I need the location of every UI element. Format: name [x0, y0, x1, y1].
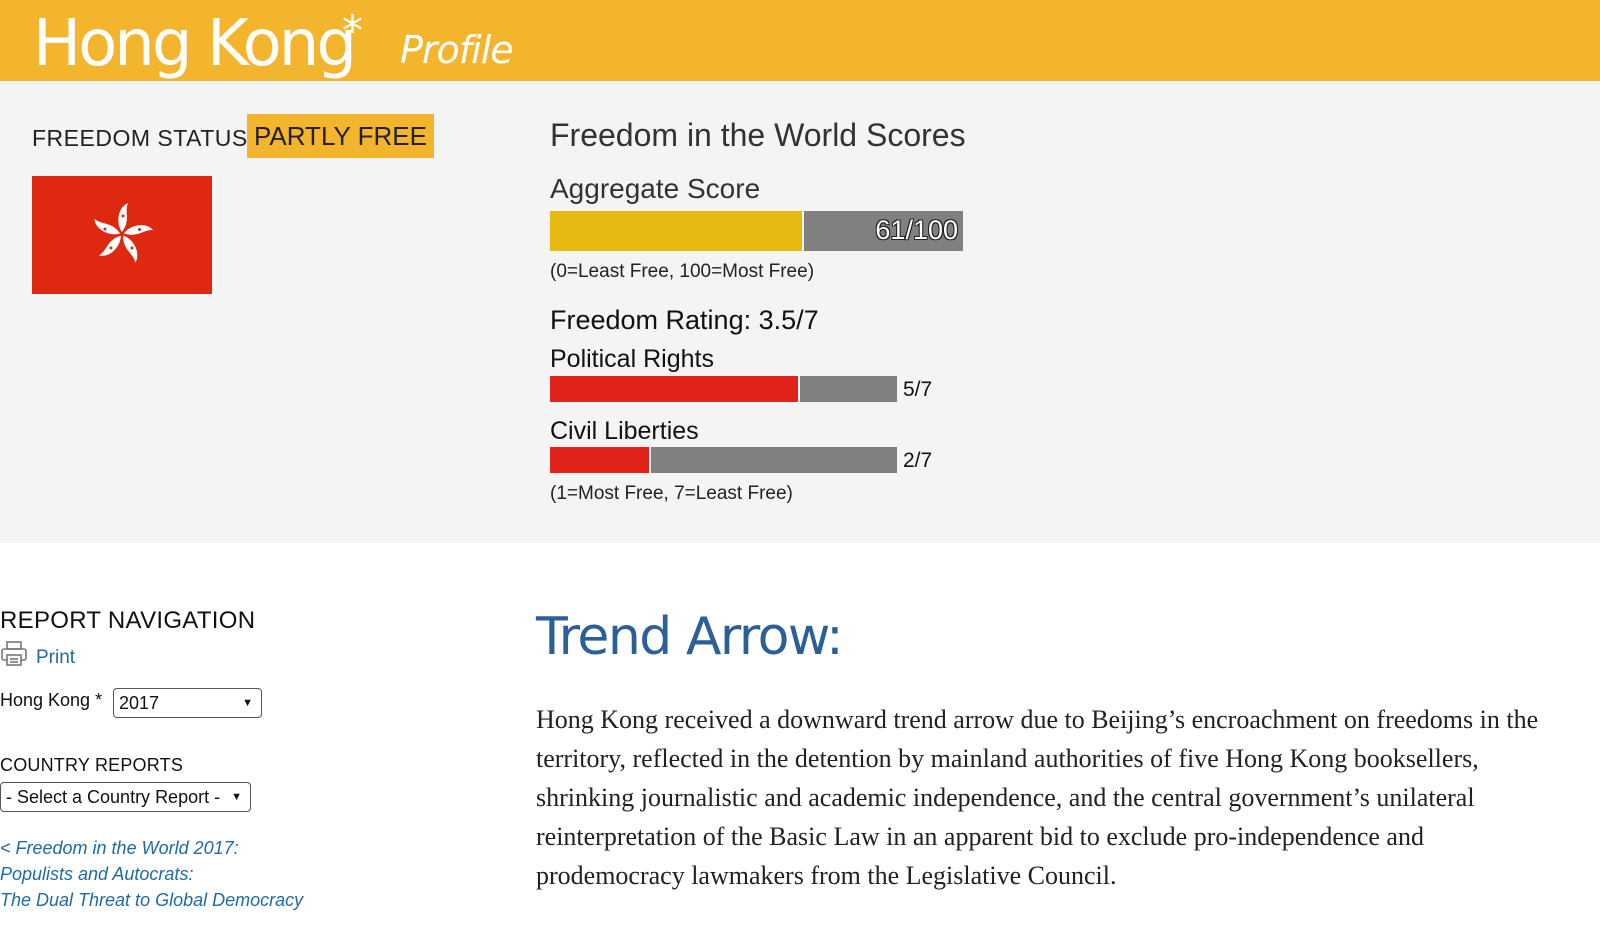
freedom-status-label: FREEDOM STATUS: — [32, 125, 255, 151]
civil-liberties-label: Civil Liberties — [550, 417, 699, 445]
political-rights-fill — [550, 376, 800, 402]
country-report-select-value: - Select a Country Report - — [6, 787, 221, 807]
civil-liberties-bar — [550, 447, 897, 473]
scores-title: Freedom in the World Scores — [550, 117, 966, 153]
year-select-label: Hong Kong * — [0, 690, 103, 710]
year-select-value: 2017 — [119, 693, 160, 713]
freedom-status-badge: PARTLY FREE — [247, 114, 434, 158]
back-link-line-1: < Freedom in the World 2017: — [0, 838, 239, 858]
chevron-down-icon: ▼ — [231, 791, 242, 803]
page-subtitle: Profile — [400, 28, 514, 72]
civil-liberties-fill — [550, 447, 651, 473]
country-report-select[interactable]: - Select a Country Report - ▼ — [0, 782, 251, 812]
printer-icon[interactable] — [0, 640, 28, 673]
political-rights-label: Political Rights — [550, 345, 714, 373]
report-navigation-title: REPORT NAVIGATION — [0, 607, 256, 634]
summary-panel: FREEDOM STATUS: PARTLY FREE Freedom in t… — [0, 81, 1600, 543]
country-reports-label: COUNTRY REPORTS — [0, 755, 184, 775]
chevron-down-icon: ▼ — [242, 697, 253, 709]
back-link-line-3: The Dual Threat to Global Democracy — [0, 890, 304, 910]
freedom-rating-note: (1=Most Free, 7=Least Free) — [550, 483, 793, 504]
freedom-rating-title: Freedom Rating: 3.5/7 — [550, 305, 819, 335]
political-rights-bar — [550, 376, 897, 402]
report-navigation: REPORT NAVIGATION Print Hong Kong * 2017… — [0, 543, 500, 925]
country-asterisk: * — [342, 6, 363, 55]
scores-section: Freedom in the World Scores Aggregate Sc… — [550, 81, 1150, 543]
aggregate-score-bar: 61/100 — [550, 211, 963, 251]
political-rights-value: 5/7 — [903, 378, 933, 401]
aggregate-score-fill — [550, 211, 804, 251]
country-name: Hong Kong — [33, 7, 357, 81]
aggregate-score-value: 61/100 — [875, 215, 958, 245]
main-content: Trend Arrow: Hong Kong received a downwa… — [536, 543, 1600, 925]
year-select[interactable]: 2017 ▼ — [113, 688, 262, 718]
page-header: Hong Kong * Profile — [0, 0, 1600, 82]
aggregate-score-note: (0=Least Free, 100=Most Free) — [550, 261, 815, 282]
back-link-line-2: Populists and Autocrats: — [0, 864, 194, 884]
aggregate-score-label: Aggregate Score — [550, 173, 761, 204]
bauhinia-flag-icon — [32, 176, 212, 294]
trend-arrow-text: Hong Kong received a downward trend arro… — [536, 705, 1539, 890]
back-to-report-link[interactable]: < Freedom in the World 2017: Populists a… — [0, 835, 303, 913]
trend-arrow-heading: Trend Arrow: — [536, 607, 844, 667]
civil-liberties-value: 2/7 — [903, 449, 933, 472]
print-link[interactable]: Print — [36, 647, 75, 669]
